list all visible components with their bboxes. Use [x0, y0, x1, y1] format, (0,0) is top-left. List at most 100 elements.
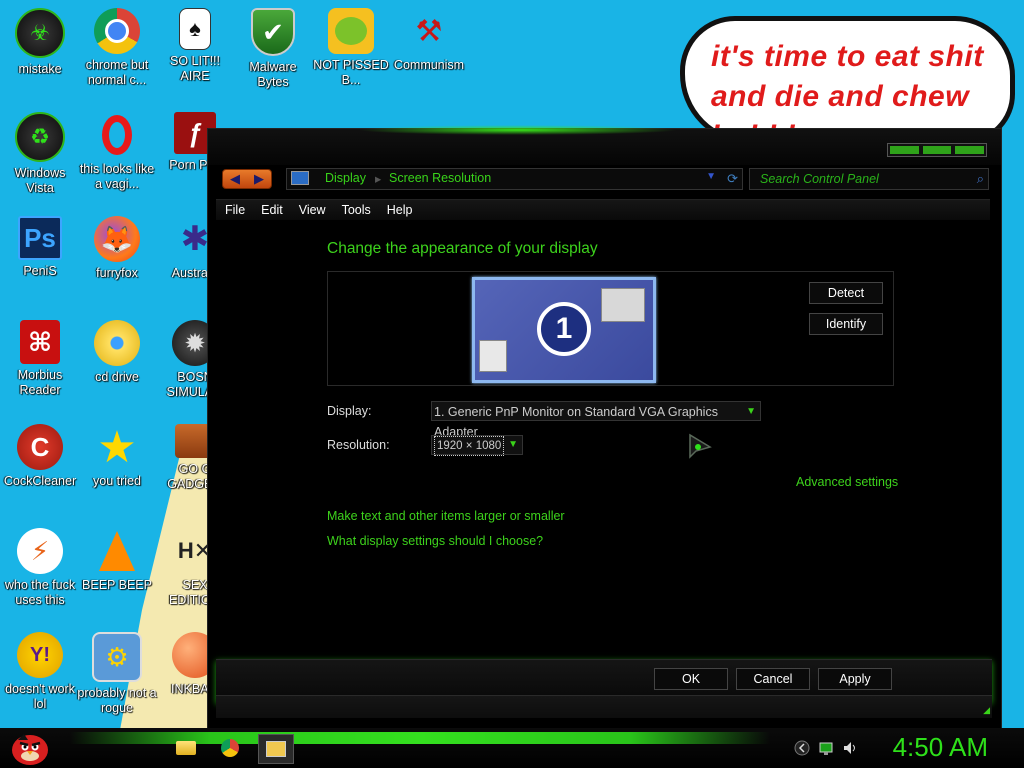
wallpaper-text-line: and die and chew: [711, 80, 970, 113]
desktop-icon-mistake[interactable]: ☣ mistake: [0, 6, 80, 77]
star-icon: ★: [97, 422, 137, 472]
wallpaper-speech-bubble: it's time to eat shit and die and chew b…: [680, 16, 1015, 144]
taskbar-clock[interactable]: 4:50 AM: [893, 732, 988, 763]
minimize-button[interactable]: [890, 146, 919, 154]
cancel-button[interactable]: Cancel: [736, 668, 810, 690]
resolution-select-value: 1920 × 1080: [434, 436, 505, 456]
chevron-down-icon[interactable]: ▼: [706, 171, 716, 182]
address-bar[interactable]: Display ▸ Screen Resolution ▼ ⟳: [286, 168, 743, 190]
ccleaner-icon: C: [17, 424, 63, 470]
page-title: Change the appearance of your display: [327, 240, 598, 257]
apply-button[interactable]: Apply: [818, 668, 892, 690]
tray-expand-icon[interactable]: [794, 740, 810, 756]
window-titlebar[interactable]: [208, 125, 1001, 165]
desktop-icon-furryfox[interactable]: 🦊 furryfox: [77, 214, 157, 281]
desktop-icon-malwarebytes[interactable]: ✔ Malware Bytes: [233, 6, 313, 90]
mini-window-graphic: [601, 288, 645, 322]
desktop-icon-label: BEEP BEEP: [82, 578, 152, 592]
desktop-icon-communism[interactable]: ⚒ Communism: [389, 6, 469, 73]
status-bar: ◢: [216, 695, 992, 718]
desktop-icon-not-pissed-birds[interactable]: NOT PISSED B...: [311, 6, 391, 88]
taskbar-control-panel-button[interactable]: [258, 734, 294, 764]
desktop-icon-label: this looks like a vagi...: [79, 162, 155, 191]
maximize-button[interactable]: [922, 146, 952, 154]
desktop-icon-chrome[interactable]: chrome but normal c...: [77, 6, 157, 88]
resolution-select[interactable]: 1920 × 1080 ▼: [431, 435, 523, 456]
titlebar-glow: [358, 125, 678, 135]
start-button[interactable]: [8, 730, 52, 766]
forward-button[interactable]: ▶: [247, 170, 271, 188]
angry-birds-pig-icon: [328, 8, 374, 54]
desktop-icon-opera[interactable]: this looks like a vagi...: [77, 110, 157, 192]
desktop-icon-beep-beep[interactable]: BEEP BEEP: [77, 526, 157, 593]
desktop-icon-morbius-reader[interactable]: ⌘ Morbius Reader: [0, 318, 80, 398]
back-forward-buttons: ◀ ▶: [222, 169, 272, 189]
desktop-icon-cockcleaner[interactable]: C CockCleaner: [0, 422, 80, 489]
ok-button[interactable]: OK: [654, 668, 728, 690]
desktop-icon-label: Communism: [393, 58, 465, 72]
monitor-1-thumbnail[interactable]: 1: [472, 277, 656, 383]
system-tray: [790, 736, 880, 760]
detect-button[interactable]: Detect: [809, 282, 883, 304]
desktop-icon-label: mistake: [18, 62, 62, 76]
desktop-icon-doesnt-work[interactable]: Y! doesn't work lol: [0, 630, 80, 712]
desktop-icon-cd-drive[interactable]: cd drive: [77, 318, 157, 385]
desktop-icon-who-the-fuck[interactable]: ⚡ who the fuck uses this: [0, 526, 80, 608]
mouse-cursor-icon: [689, 433, 712, 459]
gears-monitor-icon: ⚙: [92, 632, 142, 682]
resize-grip-icon[interactable]: ◢: [983, 705, 990, 716]
lightning-icon: ⚡: [17, 528, 63, 574]
chrome-icon: [94, 8, 140, 54]
resolution-label: Resolution:: [327, 438, 390, 452]
refresh-icon[interactable]: ⟳: [727, 171, 738, 187]
menu-bar: File Edit View Tools Help: [216, 199, 990, 220]
menu-help[interactable]: Help: [378, 200, 420, 220]
desktop-icon-probably-not-rogue[interactable]: ⚙ probably not a rogue: [77, 630, 157, 716]
desktop-icon-penis[interactable]: Ps PeniS: [0, 214, 80, 279]
desktop-icon-label: SO LIT!!! AIRE: [169, 54, 220, 83]
breadcrumb-separator[interactable]: ▸: [375, 171, 381, 186]
desktop-icon-label: cd drive: [95, 370, 139, 384]
display-label: Display:: [327, 404, 372, 418]
wallpaper-text-line: it's time to eat shit: [711, 40, 984, 73]
advanced-settings-link[interactable]: Advanced settings: [796, 475, 898, 489]
photoshop-icon: Ps: [18, 216, 62, 260]
taskbar-chrome-button[interactable]: [216, 736, 244, 760]
desktop-icon-you-tried[interactable]: ★ you tried: [77, 422, 157, 489]
search-icon[interactable]: ⌕: [977, 171, 984, 187]
breadcrumb-screen-resolution[interactable]: Screen Resolution: [389, 171, 491, 185]
shield-check-icon: ✔: [251, 8, 295, 56]
network-icon[interactable]: [818, 740, 834, 756]
monitor-arrangement-panel: 1 Detect Identify: [327, 271, 894, 386]
window-caption-buttons: [887, 143, 987, 157]
breadcrumb-display[interactable]: Display: [325, 171, 366, 185]
solitaire-cards-icon: ♠: [179, 8, 211, 50]
desktop-icon-windows-vista[interactable]: ♻ Windows Vista: [0, 110, 80, 196]
identify-button[interactable]: Identify: [809, 313, 883, 335]
chevron-down-icon: ▼: [746, 406, 756, 417]
cd-drive-icon: [94, 320, 140, 366]
folder-icon: [176, 741, 196, 755]
control-panel-icon: [266, 741, 286, 757]
pdf-reader-icon: ⌘: [20, 320, 60, 364]
menu-tools[interactable]: Tools: [333, 200, 378, 220]
monitor-icon: [291, 171, 309, 185]
display-select[interactable]: 1. Generic PnP Monitor on Standard VGA G…: [431, 401, 761, 439]
menu-edit[interactable]: Edit: [252, 200, 290, 220]
text-size-link[interactable]: Make text and other items larger or smal…: [327, 509, 565, 523]
volume-icon[interactable]: [842, 740, 858, 756]
opera-icon: [94, 112, 140, 158]
chrome-icon: [221, 739, 239, 757]
menu-view[interactable]: View: [290, 200, 333, 220]
razer-icon: ☣: [15, 8, 65, 58]
menu-file[interactable]: File: [216, 200, 252, 220]
taskbar-explorer-button[interactable]: [172, 736, 200, 760]
back-button[interactable]: ◀: [223, 170, 247, 188]
close-button[interactable]: [955, 146, 985, 154]
desktop-icon-label: CockCleaner: [3, 474, 77, 488]
display-settings-help-link[interactable]: What display settings should I choose?: [327, 534, 543, 548]
taskbar: 4:50 AM: [0, 728, 1024, 768]
desktop-icon-label: Windows Vista: [14, 166, 66, 195]
search-input[interactable]: [750, 169, 972, 189]
desktop-icon-so-lit-aire[interactable]: ♠ SO LIT!!! AIRE: [155, 6, 235, 84]
